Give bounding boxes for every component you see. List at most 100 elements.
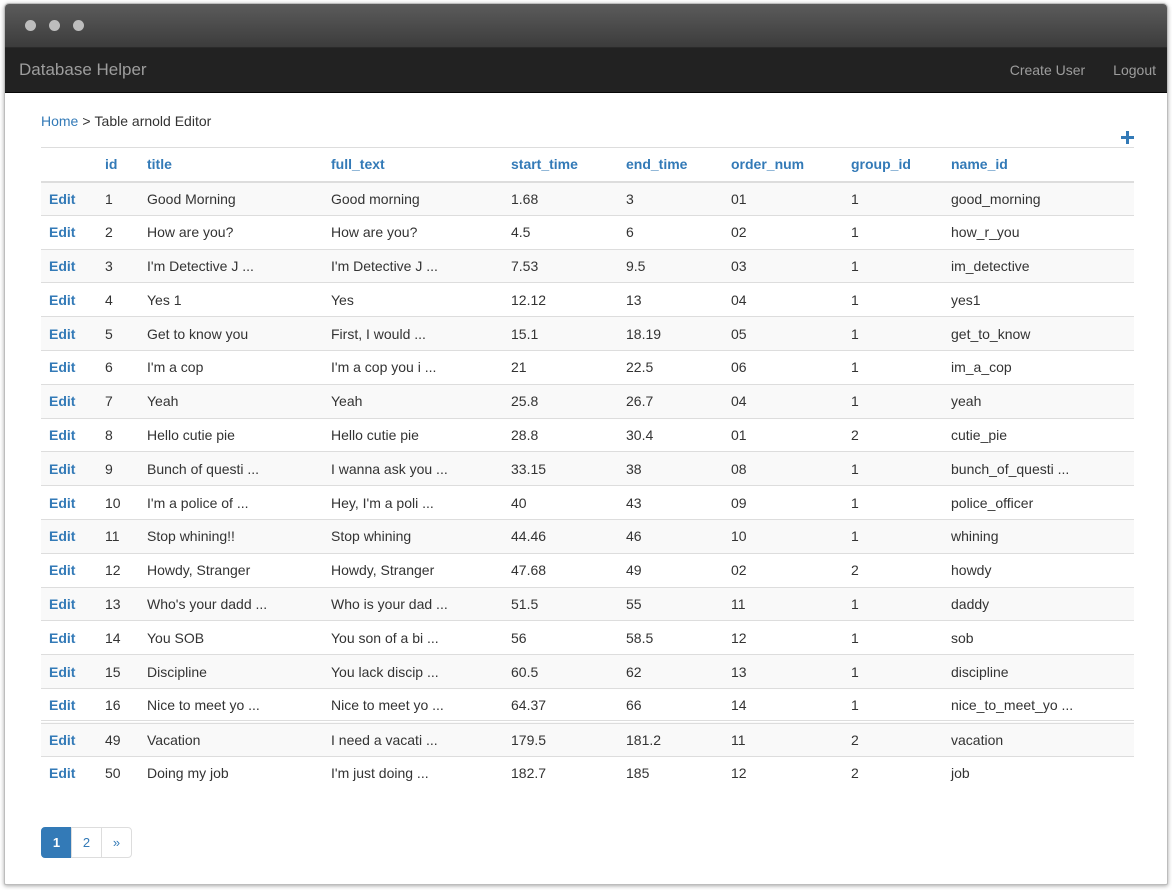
column-header-name-id[interactable]: name_id <box>943 147 1134 183</box>
edit-link[interactable]: Edit <box>41 417 97 452</box>
column-header-actions <box>41 147 97 183</box>
table-row: Edit 15 Discipline You lack discip ... 60.5 6… <box>41 654 1134 689</box>
cell-name-id: police_officer <box>943 485 1134 520</box>
cell-order-num: 06 <box>723 349 843 385</box>
cell-order-num: 11 <box>723 586 843 621</box>
cell-order-num: 02 <box>723 552 843 588</box>
cell-end-time: 58.5 <box>618 620 723 655</box>
cell-title: Yeah <box>139 383 323 419</box>
cell-end-time: 66 <box>618 687 723 723</box>
minimize-window-dot[interactable] <box>49 20 60 31</box>
edit-link[interactable]: Edit <box>41 181 97 216</box>
cell-start-time: 21 <box>503 349 618 385</box>
logout-link[interactable]: Logout <box>1113 62 1156 78</box>
column-header-order-num[interactable]: order_num <box>723 147 843 183</box>
column-header-start-time[interactable]: start_time <box>503 147 618 183</box>
table-row: Edit 14 You SOB You son of a bi ... 56 58.5 12… <box>41 620 1134 655</box>
edit-link[interactable]: Edit <box>41 720 97 757</box>
add-row-plus-icon[interactable] <box>1121 131 1134 144</box>
column-header-group-id[interactable]: group_id <box>843 147 943 183</box>
main-content: Home > Table arnold Editor id title full_t… <box>5 113 1167 858</box>
edit-link[interactable]: Edit <box>41 451 97 486</box>
page-1-button[interactable]: 1 <box>41 826 72 858</box>
table-row: Edit 8 Hello cutie pie Hello cutie pie 28.8 3… <box>41 417 1134 452</box>
edit-link[interactable]: Edit <box>41 586 97 621</box>
breadcrumb-home-link[interactable]: Home <box>41 113 78 129</box>
cell-group-id: 1 <box>843 687 943 723</box>
edit-link[interactable]: Edit <box>41 518 97 554</box>
edit-link[interactable]: Edit <box>41 755 97 790</box>
cell-full-text: First, I would ... <box>323 316 503 351</box>
table-row: Edit 13 Who's your dadd ... Who is your dad… <box>41 586 1134 621</box>
cell-title: Who's your dadd ... <box>139 586 323 621</box>
cell-title: You SOB <box>139 620 323 655</box>
cell-full-text: Stop whining <box>323 518 503 554</box>
edit-link[interactable]: Edit <box>41 552 97 588</box>
cell-end-time: 9.5 <box>618 248 723 283</box>
cell-title: How are you? <box>139 214 323 250</box>
column-header-id[interactable]: id <box>97 147 139 183</box>
breadcrumb-current: Table arnold Editor <box>94 113 212 129</box>
cell-end-time: 3 <box>618 181 723 216</box>
zoom-window-dot[interactable] <box>73 20 84 31</box>
column-header-end-time[interactable]: end_time <box>618 147 723 183</box>
cell-full-text: You lack discip ... <box>323 654 503 689</box>
edit-link[interactable]: Edit <box>41 214 97 250</box>
column-header-full-text[interactable]: full_text <box>323 147 503 183</box>
column-header-title[interactable]: title <box>139 147 323 183</box>
cell-group-id: 2 <box>843 755 943 790</box>
cell-order-num: 10 <box>723 518 843 554</box>
edit-link[interactable]: Edit <box>41 248 97 283</box>
cell-start-time: 33.15 <box>503 451 618 486</box>
cell-name-id: sob <box>943 620 1134 655</box>
cell-group-id: 1 <box>843 620 943 655</box>
edit-link[interactable]: Edit <box>41 383 97 419</box>
cell-title: I'm a police of ... <box>139 485 323 520</box>
app-brand[interactable]: Database Helper <box>19 60 147 80</box>
page-2-button[interactable]: 2 <box>71 826 102 858</box>
cell-id: 16 <box>97 687 139 723</box>
edit-link[interactable]: Edit <box>41 485 97 520</box>
cell-full-text: You son of a bi ... <box>323 620 503 655</box>
cell-id: 10 <box>97 485 139 520</box>
cell-name-id: get_to_know <box>943 316 1134 351</box>
cell-name-id: im_detective <box>943 248 1134 283</box>
window-titlebar <box>5 4 1167 48</box>
cell-full-text: I'm Detective J ... <box>323 248 503 283</box>
cell-end-time: 26.7 <box>618 383 723 419</box>
cell-end-time: 30.4 <box>618 417 723 452</box>
table-row: Edit 50 Doing my job I'm just doing ... 182.… <box>41 755 1134 790</box>
nav-links: Create User Logout <box>982 62 1156 78</box>
cell-id: 1 <box>97 181 139 216</box>
edit-link[interactable]: Edit <box>41 316 97 351</box>
cell-order-num: 08 <box>723 451 843 486</box>
cell-end-time: 18.19 <box>618 316 723 351</box>
cell-title: Nice to meet yo ... <box>139 687 323 723</box>
edit-link[interactable]: Edit <box>41 687 97 723</box>
cell-order-num: 04 <box>723 282 843 317</box>
cell-full-text: I need a vacati ... <box>323 720 503 757</box>
cell-id: 4 <box>97 282 139 317</box>
cell-full-text: Yeah <box>323 383 503 419</box>
cell-title: Yes 1 <box>139 282 323 317</box>
table-row: Edit 12 Howdy, Stranger Howdy, Stranger 47.6… <box>41 552 1134 588</box>
cell-group-id: 1 <box>843 316 943 351</box>
cell-title: Stop whining!! <box>139 518 323 554</box>
cell-end-time: 46 <box>618 518 723 554</box>
create-user-link[interactable]: Create User <box>1010 62 1085 78</box>
edit-link[interactable]: Edit <box>41 349 97 385</box>
cell-full-text: Hey, I'm a poli ... <box>323 485 503 520</box>
table-body: Edit 1 Good Morning Good morning 1.68 3 01 1 goo… <box>41 181 1134 790</box>
close-window-dot[interactable] <box>25 20 36 31</box>
cell-end-time: 6 <box>618 214 723 250</box>
cell-start-time: 56 <box>503 620 618 655</box>
edit-link[interactable]: Edit <box>41 620 97 655</box>
edit-link[interactable]: Edit <box>41 282 97 317</box>
cell-order-num: 01 <box>723 417 843 452</box>
next-page-button[interactable]: » <box>101 826 132 858</box>
edit-link[interactable]: Edit <box>41 654 97 689</box>
cell-group-id: 1 <box>843 586 943 621</box>
cell-start-time: 40 <box>503 485 618 520</box>
cell-group-id: 1 <box>843 383 943 419</box>
cell-end-time: 181.2 <box>618 720 723 757</box>
